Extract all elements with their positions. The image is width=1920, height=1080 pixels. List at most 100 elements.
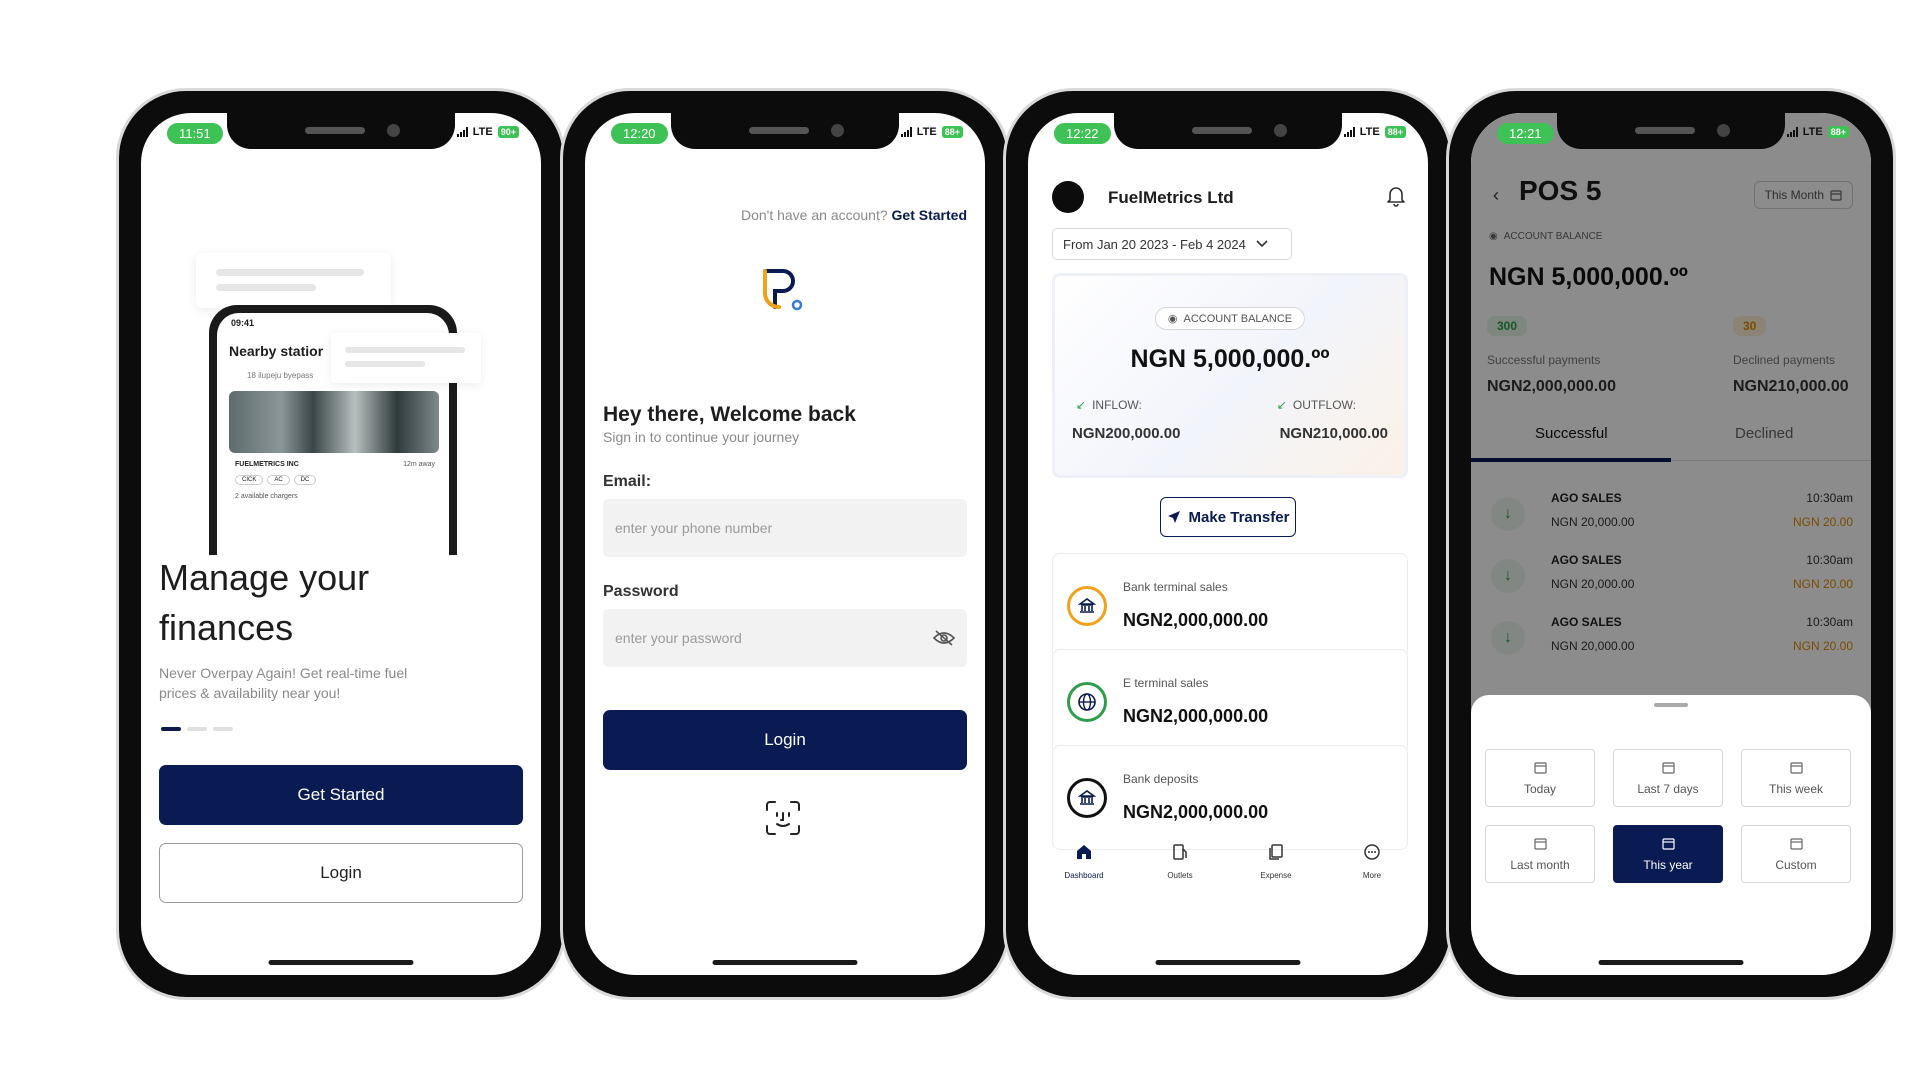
tab-more[interactable]: More [1337, 843, 1407, 903]
home-icon [1077, 845, 1091, 859]
outflow-arrow-icon: ↙ [1276, 398, 1287, 412]
tab-label: Expense [1260, 871, 1292, 880]
onboarding-subtitle: Never Overpay Again! Get real-time fuel … [159, 665, 408, 701]
battery-icon: 88+ [941, 126, 963, 138]
account-balance-pill: ◉ ACCOUNT BALANCE [1154, 307, 1306, 330]
calendar-icon [1661, 762, 1675, 774]
filter-custom[interactable]: Custom [1741, 825, 1851, 883]
balance-amount: NGN 5,000,000.ºº [1130, 345, 1330, 373]
network-label: LTE [1359, 126, 1380, 138]
station-image [229, 391, 439, 453]
onboarding-headline: Manage your finances [159, 557, 370, 648]
illustration-card [196, 253, 391, 308]
calendar-icon [1533, 838, 1547, 850]
mock-time: 09:41 [231, 318, 255, 328]
tab-expense[interactable]: Expense [1241, 843, 1311, 903]
network-label: LTE [916, 126, 937, 138]
password-label: Password [603, 583, 679, 600]
signal-icon [456, 127, 468, 137]
battery-icon: 88+ [1384, 126, 1406, 138]
home-indicator [712, 960, 858, 965]
sales-value: NGN2,000,000.00 [1123, 706, 1269, 726]
bell-icon[interactable] [1384, 183, 1408, 207]
sales-card[interactable]: E terminal sales NGN2,000,000.00 [1052, 649, 1408, 754]
mock-address: 18 ilupeju byepass [247, 371, 314, 380]
illustration-overlay-card [331, 333, 481, 383]
sales-label: Bank deposits [1123, 772, 1199, 786]
sales-card[interactable]: Bank terminal sales NGN2,000,000.00 [1052, 553, 1408, 658]
eye-icon: ◉ [1167, 313, 1178, 325]
signup-prompt: Don't have an account? Get Started [741, 207, 967, 223]
welcome-subtitle: Sign in to continue your journey [603, 429, 800, 445]
phone-dashboard: 12:22 LTE 88+ FuelMetrics Ltd From Jan 2… [1003, 88, 1453, 1000]
login-button[interactable]: Login [159, 843, 523, 903]
page-indicator [161, 727, 233, 731]
date-range-value: From Jan 20 2023 - Feb 4 2024 [1063, 236, 1246, 252]
filter-last-month[interactable]: Last month [1485, 825, 1595, 883]
filter-label: Last month [1510, 858, 1570, 872]
signal-icon [1786, 127, 1798, 137]
period-filter-sheet: Today Last 7 days This week Last month T… [1471, 695, 1871, 975]
sales-card[interactable]: Bank deposits NGN2,000,000.00 [1052, 745, 1408, 850]
face-id-icon[interactable] [765, 800, 801, 836]
date-range-select[interactable]: From Jan 20 2023 - Feb 4 2024 [1052, 228, 1292, 260]
status-bar: 11:51 LTE 90+ [167, 123, 519, 145]
mock-company: FUELMETRICS INC [235, 461, 299, 468]
dashboard-header: FuelMetrics Ltd [1052, 177, 1408, 213]
eye-off-icon[interactable] [933, 629, 955, 647]
signal-icon [1343, 127, 1355, 137]
outflow-label: OUTFLOW: [1292, 398, 1356, 412]
inflow-label-group: ↙ INFLOW: [1076, 398, 1142, 412]
login-button[interactable]: Login [603, 710, 967, 770]
home-indicator [268, 960, 414, 965]
status-time: 12:21 [1497, 123, 1554, 144]
onboarding-screen: 11:51 LTE 90+ 09:41 Nearby statior 18 il… [141, 113, 541, 975]
mock-title: Nearby statior [229, 343, 324, 359]
outlets-icon [1173, 844, 1187, 860]
email-field[interactable]: enter your phone number [603, 499, 967, 557]
company-name: FuelMetrics Ltd [1108, 188, 1234, 207]
filter-label: Last 7 days [1637, 782, 1699, 796]
calendar-icon [1789, 762, 1803, 774]
app-logo-icon [763, 269, 803, 311]
filter-this-year[interactable]: This year [1613, 825, 1723, 883]
network-label: LTE [472, 126, 493, 138]
sales-value: NGN2,000,000.00 [1123, 610, 1269, 630]
filter-today[interactable]: Today [1485, 749, 1595, 807]
make-transfer-button[interactable]: Make Transfer [1160, 497, 1296, 537]
network-label: LTE [1802, 126, 1823, 138]
tab-label: Outlets [1167, 871, 1193, 880]
chevron-down-icon [1256, 240, 1268, 248]
email-label: Email: [603, 473, 652, 490]
sales-value: NGN2,000,000.00 [1123, 802, 1269, 822]
mock-tag: DC [293, 475, 317, 485]
account-balance-label: ACCOUNT BALANCE [1183, 313, 1293, 325]
mock-chargers: 2 available chargers [235, 493, 298, 500]
filter-this-week[interactable]: This week [1741, 749, 1851, 807]
calendar-icon [1661, 838, 1675, 850]
bank-icon [1067, 586, 1107, 626]
tab-dashboard[interactable]: Dashboard [1049, 843, 1119, 903]
mock-distance: 12m away [403, 461, 435, 468]
battery-icon: 90+ [497, 126, 519, 138]
status-bar: 12:21 LTE 88+ [1497, 123, 1849, 145]
sales-label: E terminal sales [1123, 676, 1209, 690]
password-field[interactable]: enter your password [603, 609, 967, 667]
tab-outlets[interactable]: Outlets [1145, 843, 1215, 903]
sales-label: Bank terminal sales [1123, 580, 1228, 594]
send-icon [1167, 511, 1180, 523]
sheet-handle[interactable] [1654, 703, 1688, 707]
filter-last-7-days[interactable]: Last 7 days [1613, 749, 1723, 807]
inflow-arrow-icon: ↙ [1076, 398, 1087, 412]
no-account-text: Don't have an account? [740, 207, 888, 223]
get-started-link[interactable]: Get Started [892, 207, 967, 223]
get-started-button[interactable]: Get Started [159, 765, 523, 825]
status-time: 11:51 [167, 123, 223, 144]
battery-icon: 88+ [1827, 126, 1849, 138]
filter-label: This year [1643, 858, 1693, 872]
filter-label: Custom [1775, 858, 1817, 872]
status-time: 12:22 [1054, 123, 1111, 144]
home-indicator [1155, 960, 1301, 965]
avatar[interactable] [1052, 181, 1084, 213]
dashboard-screen: 12:22 LTE 88+ FuelMetrics Ltd From Jan 2… [1028, 113, 1428, 975]
